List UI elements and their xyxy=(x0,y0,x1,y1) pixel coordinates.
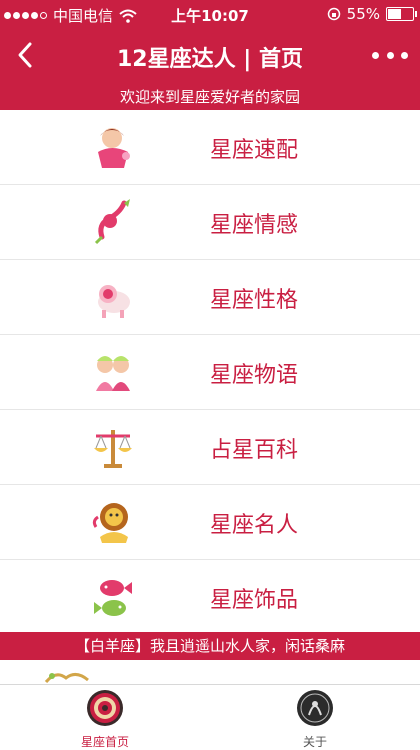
aries-icon xyxy=(98,285,130,318)
battery-icon xyxy=(386,7,417,21)
menu-item-emotion[interactable]: 星座情感 xyxy=(0,185,420,260)
tab-home[interactable]: 星座首页 xyxy=(35,689,175,750)
menu-list: 星座速配 星座情感 星座性格 星座物语 占星百科 星座名人 星座饰品 xyxy=(0,110,420,635)
status-right: 55% xyxy=(327,5,417,23)
orientation-lock-icon xyxy=(327,7,340,21)
peek-icon xyxy=(44,673,89,683)
menu-label: 星座情感 xyxy=(210,213,299,238)
tab-about-label: 关于 xyxy=(302,735,327,749)
menu-label: 星座物语 xyxy=(210,363,299,388)
menu-label: 星座名人 xyxy=(210,513,299,538)
zodiac-wheel-icon xyxy=(87,690,123,726)
menu-label: 星座速配 xyxy=(210,138,299,163)
gemini-icon xyxy=(96,356,130,391)
menu-label: 星座性格 xyxy=(210,288,299,313)
pisces-icon xyxy=(94,580,132,616)
leo-icon xyxy=(92,503,128,543)
scorpio-icon xyxy=(94,199,130,245)
welcome-banner: 欢迎来到星座爱好者的家园 xyxy=(0,84,420,110)
menu-item-celebrity[interactable]: 星座名人 xyxy=(0,485,420,560)
about-emblem-icon xyxy=(297,690,333,726)
virgo-icon xyxy=(98,128,130,168)
page-title: 12星座达人 | 首页 xyxy=(117,47,303,72)
tab-bar: 星座首页 关于 xyxy=(0,684,420,750)
menu-item-personality[interactable]: 星座性格 xyxy=(0,260,420,335)
menu-item-encyclopedia[interactable]: 占星百科 xyxy=(0,410,420,485)
menu-item-story[interactable]: 星座物语 xyxy=(0,335,420,410)
horoscope-ticker: 【白羊座】我且逍遥山水人家，闲话桑麻 xyxy=(0,632,420,660)
battery-fill xyxy=(388,9,401,19)
more-dots-icon[interactable] xyxy=(372,42,408,68)
tab-about[interactable]: 关于 xyxy=(245,689,385,750)
menu-item-accessories[interactable]: 星座饰品 xyxy=(0,560,420,635)
menu-label: 星座饰品 xyxy=(210,588,299,613)
nav-bar: 12星座达人 | 首页 xyxy=(0,28,420,84)
status-bar: 中国电信 上午10:07 55% xyxy=(0,0,420,28)
menu-label: 占星百科 xyxy=(210,438,299,463)
menu-item-match[interactable]: 星座速配 xyxy=(0,110,420,185)
battery-percent: 55% xyxy=(346,5,380,23)
tab-home-label: 星座首页 xyxy=(80,735,129,749)
libra-icon xyxy=(94,430,132,468)
